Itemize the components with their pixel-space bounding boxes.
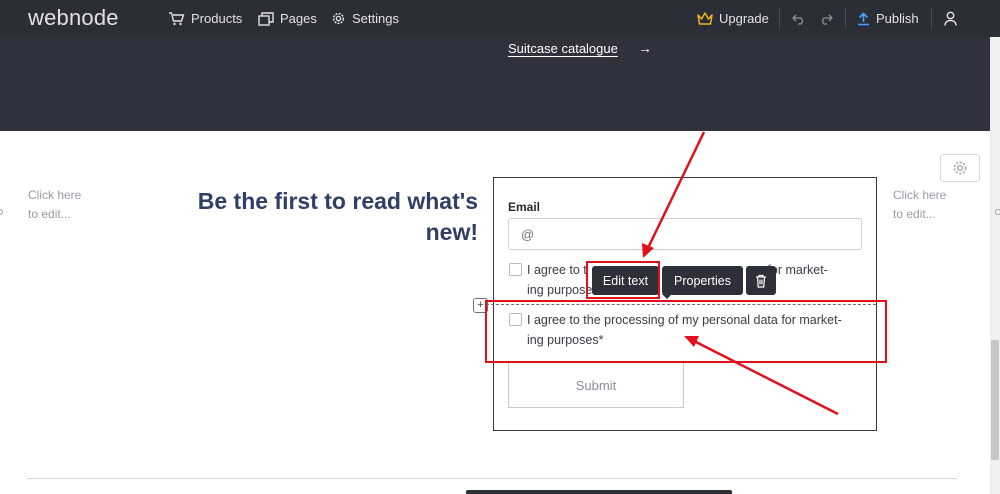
email-field[interactable] (508, 218, 862, 250)
left-placeholder-block[interactable]: Click here to edit... (28, 186, 81, 224)
next-section-edge (466, 490, 732, 494)
toolbar-pointer (662, 294, 672, 299)
placeholder-text: to edit... (893, 207, 936, 221)
user-icon (944, 11, 957, 26)
scrollbar-thumb[interactable] (991, 340, 999, 460)
products-label: Products (191, 11, 243, 26)
pages-icon (258, 11, 274, 26)
consent-checkbox-1[interactable] (509, 263, 522, 276)
crown-icon (697, 12, 713, 25)
redo-icon (822, 14, 833, 25)
upload-icon (858, 11, 869, 25)
webnode-editor: { "app": { "logo": "webnode" }, "toolbar… (0, 0, 1000, 494)
column-resize-handle[interactable] (0, 209, 3, 215)
toolbar-divider (845, 8, 846, 29)
heading-line: Be the first to read what's (197, 188, 478, 214)
gear-icon (953, 161, 967, 175)
heading-line: new! (425, 219, 478, 245)
arrow-right-icon: → (638, 40, 652, 56)
right-placeholder-block[interactable]: Click here to edit... (893, 186, 946, 224)
toolbar-divider (779, 8, 780, 29)
placeholder-text: to edit... (28, 207, 71, 221)
trash-icon (756, 274, 766, 288)
settings-menu[interactable]: Settings (331, 0, 399, 37)
publish-button[interactable]: Publish (857, 0, 919, 37)
section-divider (27, 478, 957, 479)
dark-hero-section: Suitcase catalogue → (0, 37, 990, 131)
placeholder-text: Click here (28, 188, 82, 202)
section-settings-button[interactable] (940, 154, 980, 182)
pages-label: Pages (280, 11, 317, 26)
webnode-logo[interactable]: webnode (28, 5, 119, 31)
annotation-highlight-consent (485, 300, 887, 363)
placeholder-text: Click here (893, 188, 947, 202)
settings-label: Settings (352, 11, 399, 26)
undo-icon (792, 14, 803, 25)
publish-label: Publish (876, 11, 919, 26)
consent-text-1-start: I agree to t (527, 263, 587, 277)
upgrade-button[interactable]: Upgrade (697, 0, 769, 37)
email-label: Email (508, 200, 541, 214)
undo-button[interactable] (792, 0, 812, 37)
column-resize-handle[interactable] (995, 209, 1000, 215)
redo-button[interactable] (819, 0, 839, 37)
account-button[interactable] (944, 0, 963, 37)
newsletter-heading[interactable]: Be the first to read what's new! (160, 186, 478, 248)
upgrade-label: Upgrade (719, 11, 769, 26)
pages-menu[interactable]: Pages (258, 0, 317, 37)
annotation-highlight-edit-text (586, 261, 660, 299)
cart-icon (169, 12, 185, 26)
suitcase-catalogue-link[interactable]: Suitcase catalogue (508, 41, 618, 56)
editor-toolbar: webnode Products Pages Settings Upgrade (0, 0, 1000, 37)
delete-button[interactable] (746, 266, 776, 295)
toolbar-divider (931, 8, 932, 29)
submit-button[interactable]: Submit (508, 362, 684, 408)
properties-button[interactable]: Properties (662, 266, 743, 295)
products-menu[interactable]: Products (168, 0, 242, 37)
gear-icon (332, 12, 345, 25)
consent-text-1-line2: ing purpose (527, 283, 593, 297)
